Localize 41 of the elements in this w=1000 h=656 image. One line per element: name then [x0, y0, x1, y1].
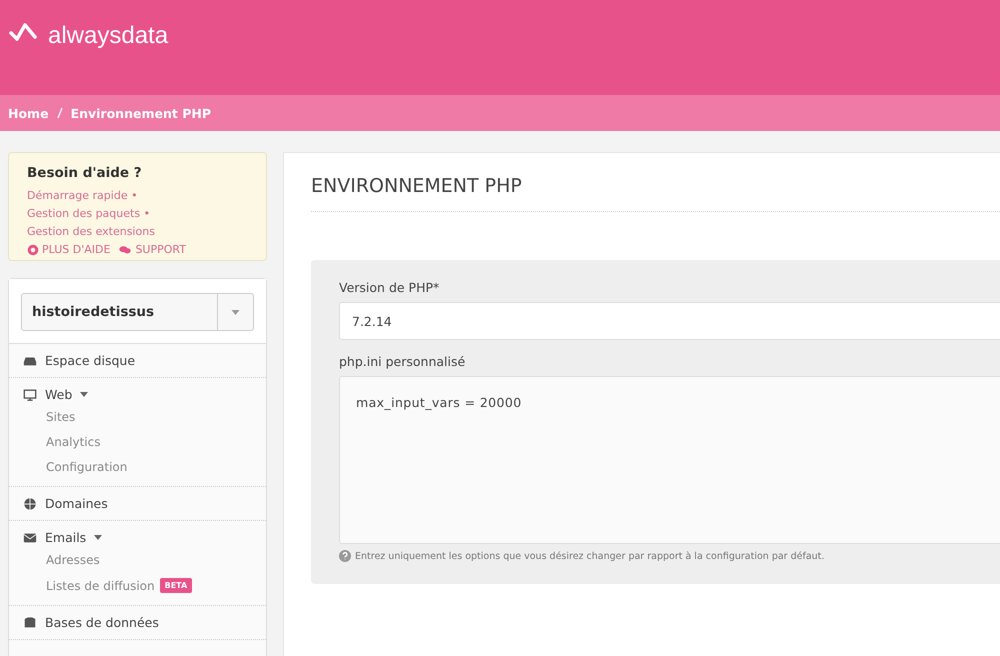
envelope-icon: [23, 530, 37, 544]
globe-icon: [23, 496, 37, 510]
nav-subitem[interactable]: Sites: [9, 405, 266, 430]
version-field[interactable]: 7.2.14: [339, 302, 1000, 340]
help-title: Besoin d'aide ?: [27, 165, 143, 181]
help-icon: [339, 550, 351, 562]
nav-item[interactable]: Domaines: [45, 496, 108, 511]
nav-subitem[interactable]: Configuration: [9, 455, 266, 480]
lifebuoy-icon: [27, 244, 39, 256]
field-label: Version de PHP*: [339, 280, 440, 295]
page-title: ENVIRONNEMENT PHP: [311, 175, 1000, 212]
help-link[interactable]: Gestion des extensions: [27, 225, 155, 238]
nav-subitem[interactable]: Adresses: [9, 548, 266, 573]
caret-icon: [231, 310, 240, 314]
breadcrumb-link[interactable]: Environnement PHP: [70, 106, 211, 120]
nav-item[interactable]: Web: [45, 387, 72, 402]
monitor-icon: [23, 388, 37, 402]
nav-item[interactable]: Bases de données: [45, 615, 159, 630]
field-label: php.ini personnalisé: [339, 354, 466, 369]
breadcrumb-link[interactable]: Home: [8, 106, 49, 120]
brand-name: alwaysdata: [48, 22, 168, 50]
help-link[interactable]: Gestion des paquets: [27, 207, 140, 220]
database-icon: [23, 616, 37, 630]
nav-subitem[interactable]: Listes de diffusion BETA: [9, 573, 266, 599]
separator-icon: [56, 107, 63, 119]
chat-icon: [118, 244, 132, 256]
nav-item[interactable]: Espace disque: [45, 353, 136, 368]
account-select[interactable]: histoiredetissus: [21, 293, 254, 331]
help-action-link[interactable]: SUPPORT: [118, 241, 186, 259]
help-action-link[interactable]: PLUS D'AIDE: [27, 241, 110, 259]
beta-badge: BETA: [160, 578, 192, 593]
nav-item[interactable]: Emails: [45, 530, 86, 545]
nav-subitem[interactable]: Analytics: [9, 430, 266, 455]
ini-field[interactable]: max_input_vars = 20000: [339, 376, 1000, 544]
caret-icon: [80, 392, 88, 397]
help-text: Entrez uniquement les options que vous désirez changer par rapport à la configuration par défaut.: [355, 550, 824, 562]
logo-icon: [8, 22, 40, 42]
caret-icon: [94, 535, 102, 540]
help-link[interactable]: Démarrage rapide: [27, 189, 128, 202]
separator-dot: •: [144, 207, 150, 220]
separator-dot: •: [131, 189, 138, 202]
